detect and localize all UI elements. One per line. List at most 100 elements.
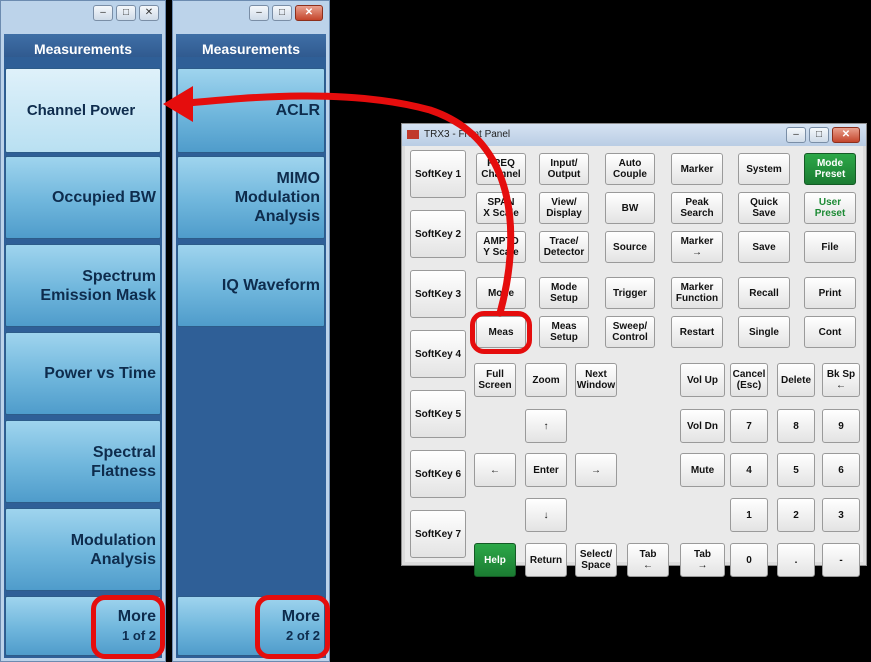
minimize-icon[interactable]: –	[786, 127, 806, 143]
arrow-down-key[interactable]: ↓	[525, 498, 567, 532]
source-key[interactable]: Source	[605, 231, 655, 263]
spectrum-emission-mask-button[interactable]: Spectrum Emission Mask	[5, 244, 161, 327]
trace-detector-key[interactable]: Trace/ Detector	[539, 231, 589, 263]
cont-key[interactable]: Cont	[804, 316, 856, 348]
minimize-icon[interactable]: –	[93, 5, 113, 21]
save-key[interactable]: Save	[738, 231, 790, 263]
sweep-control-key[interactable]: Sweep/ Control	[605, 316, 655, 348]
digit-5-key[interactable]: 5	[777, 453, 815, 487]
backspace-key[interactable]: Bk Sp ←	[822, 363, 860, 397]
modulation-analysis-button[interactable]: Modulation Analysis	[5, 508, 161, 591]
auto-couple-key[interactable]: Auto Couple	[605, 153, 655, 185]
zoom-key[interactable]: Zoom	[525, 363, 567, 397]
freq-channel-key[interactable]: FREQ Channel	[476, 153, 526, 185]
arrow-right-key[interactable]: →	[575, 453, 617, 487]
file-key[interactable]: File	[804, 231, 856, 263]
window-title: TRX3 - Front Panel	[424, 129, 511, 140]
aclr-button[interactable]: ACLR	[177, 68, 325, 153]
arrow-left-key[interactable]: ←	[474, 453, 516, 487]
softkey-3[interactable]: SoftKey 3	[410, 270, 466, 318]
mimo-modulation-analysis-button[interactable]: MIMO Modulation Analysis	[177, 156, 325, 239]
minus-key[interactable]: -	[822, 543, 860, 577]
button-label: Power vs Time	[44, 365, 156, 382]
button-label-line3: Analysis	[254, 208, 320, 225]
cancel-esc-key[interactable]: Cancel (Esc)	[730, 363, 768, 397]
digit-6-key[interactable]: 6	[822, 453, 860, 487]
recall-key[interactable]: Recall	[738, 277, 790, 309]
user-preset-key[interactable]: User Preset	[804, 192, 856, 224]
single-key[interactable]: Single	[738, 316, 790, 348]
close-icon[interactable]: ✕	[832, 127, 860, 143]
button-label: Channel Power	[26, 102, 136, 119]
iq-waveform-button[interactable]: IQ Waveform	[177, 244, 325, 327]
softkey-5[interactable]: SoftKey 5	[410, 390, 466, 438]
digit-0-key[interactable]: 0	[730, 543, 768, 577]
close-icon[interactable]: ✕	[295, 5, 323, 21]
mode-preset-key[interactable]: Mode Preset	[804, 153, 856, 185]
span-x-scale-key[interactable]: SPAN X Scale	[476, 192, 526, 224]
amptd-y-scale-key[interactable]: AMPTD Y Scale	[476, 231, 526, 263]
print-key[interactable]: Print	[804, 277, 856, 309]
button-label-line1: MIMO	[276, 170, 320, 187]
window-controls: – □ ✕	[786, 127, 860, 143]
peak-search-key[interactable]: Peak Search	[671, 192, 723, 224]
delete-key[interactable]: Delete	[777, 363, 815, 397]
digit-7-key[interactable]: 7	[730, 409, 768, 443]
quick-save-key[interactable]: Quick Save	[738, 192, 790, 224]
softkey-7[interactable]: SoftKey 7	[410, 510, 466, 558]
meas-setup-key[interactable]: Meas Setup	[539, 316, 589, 348]
marker-to-key[interactable]: Marker →	[671, 231, 723, 263]
restart-key[interactable]: Restart	[671, 316, 723, 348]
digit-9-key[interactable]: 9	[822, 409, 860, 443]
button-label-line2: Emission Mask	[40, 286, 156, 304]
digit-1-key[interactable]: 1	[730, 498, 768, 532]
view-display-key[interactable]: View/ Display	[539, 192, 589, 224]
mode-key[interactable]: Mode	[476, 277, 526, 309]
mute-key[interactable]: Mute	[680, 453, 725, 487]
marker-function-key[interactable]: Marker Function	[671, 277, 723, 309]
softkey-6[interactable]: SoftKey 6	[410, 450, 466, 498]
help-key[interactable]: Help	[474, 543, 516, 577]
vol-dn-key[interactable]: Vol Dn	[680, 409, 725, 443]
input-output-key[interactable]: Input/ Output	[539, 153, 589, 185]
channel-power-button[interactable]: Channel Power	[5, 68, 161, 153]
digit-2-key[interactable]: 2	[777, 498, 815, 532]
button-label-line2: Flatness	[91, 462, 156, 480]
digit-3-key[interactable]: 3	[822, 498, 860, 532]
minimize-icon[interactable]: –	[249, 5, 269, 21]
button-label-line1: Modulation	[70, 531, 156, 549]
marker-key[interactable]: Marker	[671, 153, 723, 185]
arrow-up-key[interactable]: ↑	[525, 409, 567, 443]
mode-setup-key[interactable]: Mode Setup	[539, 277, 589, 309]
front-panel-body: SoftKey 1 SoftKey 2 SoftKey 3 SoftKey 4 …	[405, 146, 863, 577]
softkey-2[interactable]: SoftKey 2	[410, 210, 466, 258]
spectral-flatness-button[interactable]: Spectral Flatness	[5, 420, 161, 503]
digit-8-key[interactable]: 8	[777, 409, 815, 443]
system-key[interactable]: System	[738, 153, 790, 185]
return-key[interactable]: Return	[525, 543, 567, 577]
button-label: IQ Waveform	[221, 277, 320, 294]
digit-4-key[interactable]: 4	[730, 453, 768, 487]
bw-key[interactable]: BW	[605, 192, 655, 224]
maximize-icon[interactable]: □	[272, 5, 292, 21]
button-label-line2: Analysis	[90, 550, 156, 568]
full-screen-key[interactable]: Full Screen	[474, 363, 516, 397]
trigger-key[interactable]: Trigger	[605, 277, 655, 309]
close-icon[interactable]: ✕	[139, 5, 159, 21]
occupied-bw-button[interactable]: Occupied BW	[5, 156, 161, 239]
tab-right-key[interactable]: Tab →	[680, 543, 725, 577]
maximize-icon[interactable]: □	[116, 5, 136, 21]
softkey-4[interactable]: SoftKey 4	[410, 330, 466, 378]
vol-up-key[interactable]: Vol Up	[680, 363, 725, 397]
next-window-key[interactable]: Next Window	[575, 363, 617, 397]
meas-highlight-circle	[470, 311, 532, 354]
dot-key[interactable]: .	[777, 543, 815, 577]
power-vs-time-button[interactable]: Power vs Time	[5, 332, 161, 415]
button-label-line1: Spectrum	[82, 267, 156, 285]
enter-key[interactable]: Enter	[525, 453, 567, 487]
measurements-window-1: – □ ✕ Measurements Channel Power Occupie…	[0, 0, 166, 662]
softkey-1[interactable]: SoftKey 1	[410, 150, 466, 198]
maximize-icon[interactable]: □	[809, 127, 829, 143]
tab-left-key[interactable]: Tab ←	[627, 543, 669, 577]
select-space-key[interactable]: Select/ Space	[575, 543, 617, 577]
